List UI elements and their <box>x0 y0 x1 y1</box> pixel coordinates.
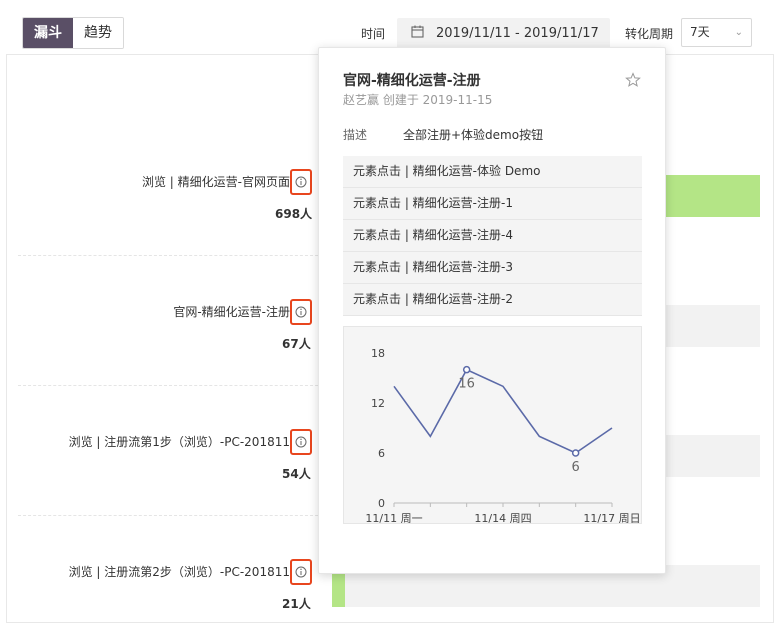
step-name: 浏览 | 注册流第1步（浏览）-PC-201811 <box>68 435 290 449</box>
list-item: 元素点击 | 精细化运营-注册-1 <box>343 188 642 220</box>
info-icon[interactable] <box>290 429 312 455</box>
popover-title: 官网-精细化运营-注册 <box>343 73 481 89</box>
date-range-value: 2019/11/11 - 2019/11/17 <box>436 25 599 41</box>
event-detail-popover: 官网-精细化运营-注册 赵艺赢 创建于 2019-11-15 描述 全部注册+体… <box>318 47 666 574</box>
time-label: 时间 <box>361 27 386 41</box>
element-list: 元素点击 | 精细化运营-体验 Demo 元素点击 | 精细化运营-注册-1 元… <box>343 156 642 316</box>
popover-subtitle: 赵艺赢 创建于 2019-11-15 <box>343 93 493 107</box>
period-label: 转化周期 <box>625 27 674 41</box>
period-select[interactable]: 7天 ⌄ <box>681 18 752 47</box>
y-tick-label: 18 <box>371 347 385 360</box>
chevron-down-icon: ⌄ <box>734 27 743 38</box>
list-item: 元素点击 | 精细化运营-注册-3 <box>343 252 642 284</box>
data-point <box>571 449 580 457</box>
x-tick-label: 11/11 周一 <box>365 512 422 523</box>
date-range-picker[interactable]: 2019/11/11 - 2019/11/17 <box>397 18 610 48</box>
info-icon[interactable] <box>290 559 312 585</box>
tab-funnel[interactable]: 漏斗 <box>23 18 73 48</box>
tab-trend[interactable]: 趋势 <box>73 18 123 48</box>
x-tick-label: 11/14 周四 <box>474 512 531 523</box>
view-tabs: 漏斗 趋势 <box>22 17 124 49</box>
calendar-icon <box>411 25 424 42</box>
period-value: 7天 <box>690 25 710 39</box>
x-tick-label: 11/17 周日 <box>583 512 640 523</box>
data-label: 16 <box>458 377 475 392</box>
info-icon[interactable] <box>290 299 312 325</box>
data-label: 6 <box>572 460 580 475</box>
step-name: 浏览 | 精细化运营-官网页面 <box>141 175 290 189</box>
row-divider <box>18 515 318 516</box>
trend-chart-svg: 0 6 12 18 11/11 周一 11/14 周四 11/17 周日 16 6 <box>365 347 640 523</box>
step-name: 浏览 | 注册流第2步（浏览）-PC-201811 <box>68 565 290 579</box>
list-item: 元素点击 | 精细化运营-注册-4 <box>343 220 642 252</box>
description-value: 全部注册+体验demo按钮 <box>403 128 544 142</box>
step-name: 官网-精细化运营-注册 <box>173 305 290 319</box>
star-icon[interactable] <box>625 72 641 92</box>
list-item: 元素点击 | 精细化运营-注册-2 <box>343 284 642 316</box>
toolbar: 漏斗 趋势 时间 2019/11/11 - 2019/11/17 转化周期 7天… <box>0 0 780 54</box>
trend-mini-chart: 0 6 12 18 11/11 周一 11/14 周四 11/17 周日 16 6 <box>343 326 642 524</box>
row-divider <box>18 255 318 256</box>
info-icon[interactable] <box>290 169 312 195</box>
y-tick-label: 6 <box>378 447 385 460</box>
description-label: 描述 <box>343 128 368 142</box>
data-point <box>462 365 471 374</box>
y-tick-label: 12 <box>371 397 385 410</box>
list-item: 元素点击 | 精细化运营-体验 Demo <box>343 156 642 188</box>
y-tick-label: 0 <box>378 497 385 510</box>
row-divider <box>18 385 318 386</box>
series-line <box>393 368 613 454</box>
